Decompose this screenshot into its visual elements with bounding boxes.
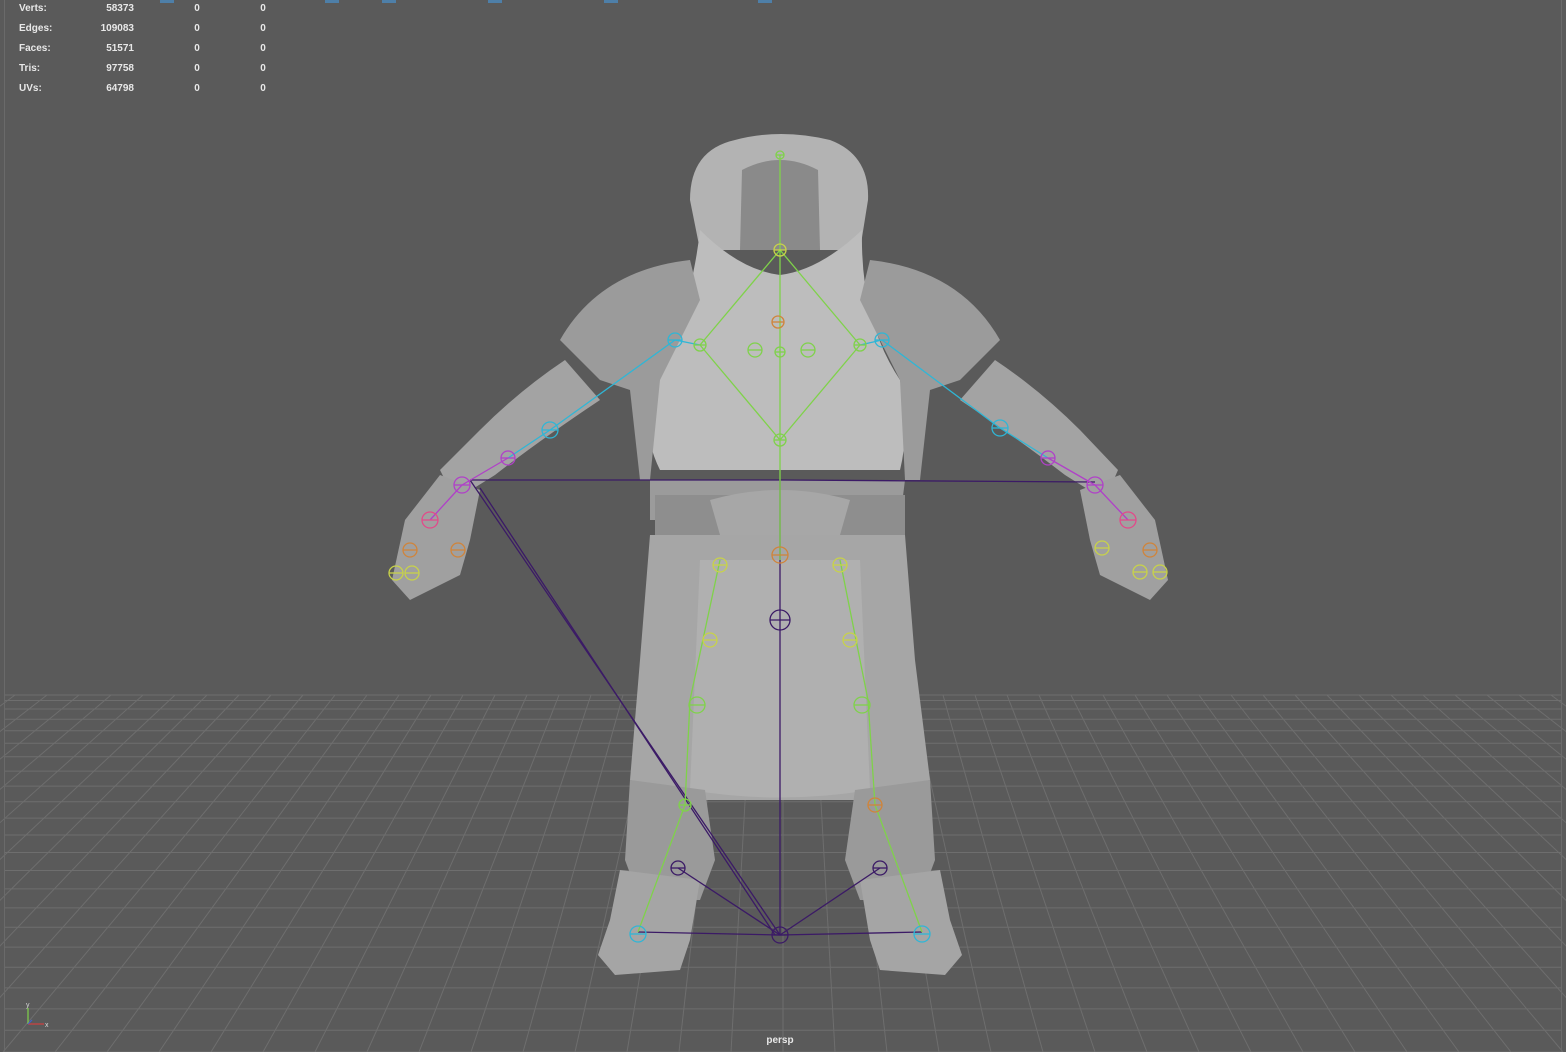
grid-line	[0, 694, 208, 901]
hud-value: 0	[194, 23, 200, 34]
axis-gizmo-icon: y x	[26, 1002, 49, 1029]
hud-value: 109083	[100, 23, 134, 34]
grid-line	[1038, 694, 1200, 1052]
model-left-arm	[440, 360, 600, 500]
grid-line	[1198, 694, 1460, 1052]
hud-value: 51571	[106, 43, 134, 54]
grid-line	[106, 694, 368, 1052]
model-right-boot	[860, 870, 962, 975]
camera-name-label: persp	[766, 1035, 794, 1046]
grid-line	[0, 694, 112, 791]
hud-label: Tris:	[19, 63, 41, 74]
hud-value: 0	[260, 23, 266, 34]
hud-value: 0	[194, 63, 200, 74]
maya-viewport[interactable]: Verts: 58373 0 0 Edges: 109083 0 0 Faces…	[0, 0, 1566, 1052]
viewport-border-right	[1561, 0, 1562, 1052]
grid-line	[1454, 694, 1566, 791]
grid-line	[1518, 694, 1566, 733]
poly-count-hud: Verts: 58373 0 0 Edges: 109083 0 0 Faces…	[0, 0, 300, 100]
hud-value: 64798	[106, 83, 134, 94]
model-right-hand	[1080, 475, 1168, 600]
grid-line	[0, 694, 80, 760]
hud-row-edges: Edges: 109083 0 0	[0, 23, 300, 37]
hud-label: Faces:	[19, 43, 51, 54]
grid-line	[0, 694, 240, 947]
grid-line	[210, 694, 432, 1052]
axis-x-label: x	[45, 1022, 49, 1029]
hud-label: Verts:	[19, 3, 47, 14]
hud-value: 0	[260, 63, 266, 74]
hud-value: 0	[260, 3, 266, 14]
grid-line	[314, 694, 496, 1052]
grid-line	[1326, 694, 1566, 947]
grid-line	[1134, 694, 1356, 1052]
hud-value: 0	[260, 83, 266, 94]
toolbar-tick	[488, 0, 502, 3]
model-left-boot	[598, 870, 700, 975]
viewport-border-left	[4, 0, 5, 1052]
model-right-arm	[960, 360, 1118, 500]
grid-line	[1070, 694, 1252, 1052]
toolbar-tick	[758, 0, 772, 3]
grid-line	[1422, 694, 1566, 824]
axis-y-label: y	[26, 1002, 30, 1009]
skeleton-rig[interactable]	[388, 150, 1168, 944]
hud-row-tris: Tris: 97758 0 0	[0, 63, 300, 77]
hud-value: 97758	[106, 63, 134, 74]
joints[interactable]	[388, 150, 1168, 944]
grid-line	[0, 694, 272, 999]
hud-label: UVs:	[19, 83, 42, 94]
toolbar-tick	[604, 0, 618, 3]
hud-row-verts: Verts: 58373 0 0	[0, 3, 300, 17]
hud-value: 0	[194, 43, 200, 54]
grid-line	[1294, 694, 1566, 999]
grid-line	[366, 694, 528, 1052]
scene-canvas[interactable]	[0, 0, 1566, 1052]
grid-line	[0, 694, 48, 733]
hud-value: 0	[260, 43, 266, 54]
hud-value: 0	[194, 83, 200, 94]
model-left-hand	[392, 475, 480, 600]
grid-line	[1390, 694, 1566, 861]
hud-label: Edges:	[19, 23, 53, 34]
hud-value: 58373	[106, 3, 134, 14]
hud-row-faces: Faces: 51571 0 0	[0, 43, 300, 57]
hud-row-uvs: UVs: 64798 0 0	[0, 83, 300, 97]
grid-line	[0, 694, 176, 861]
grid-line	[1486, 694, 1566, 760]
grid-line	[1358, 694, 1566, 901]
toolbar-tick	[382, 0, 396, 3]
hud-value: 0	[194, 3, 200, 14]
grid-line	[0, 694, 144, 824]
toolbar-tick	[325, 0, 339, 3]
